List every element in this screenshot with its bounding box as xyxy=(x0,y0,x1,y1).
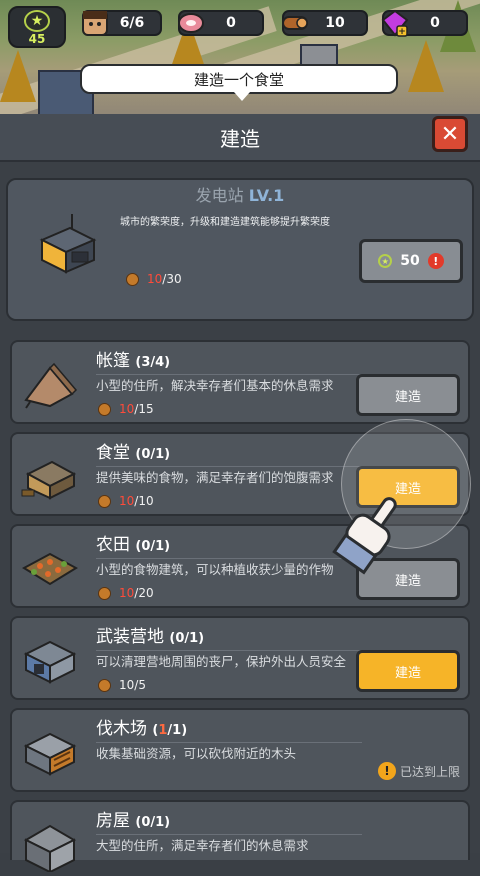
featured-description: 城市的繁荣度，升级和建造建筑能够提升繁荣度 xyxy=(120,217,330,228)
wood-log-icon xyxy=(126,272,139,286)
featured-building-card: 发电站 LV.1 城市的繁荣度，升级和建造建筑能够提升繁荣度 10/30 ★ 5… xyxy=(6,178,474,321)
featured-wood-cost: 10/30 xyxy=(126,272,182,286)
gems-counter[interactable]: + 0 xyxy=(381,9,468,37)
panel-header: 建造 ✕ xyxy=(0,114,480,162)
item-wood-cost: 10/5 xyxy=(98,678,146,692)
item-title: 农田 (0/1) xyxy=(96,535,171,555)
meat-counter[interactable]: 0 xyxy=(178,10,264,36)
alert-icon: ! xyxy=(427,253,444,269)
close-button[interactable]: ✕ xyxy=(432,116,468,152)
item-wood-cost: 10/10 xyxy=(98,494,154,508)
list-item-house: 房屋 (0/1) 大型的住所，满足幸存者们的休息需求 xyxy=(10,800,470,874)
tent-icon xyxy=(20,354,80,412)
max-reached-status: ! 已达到上限 xyxy=(377,762,460,780)
armed-camp-icon xyxy=(20,630,80,688)
tutorial-tooltip: 建造一个食堂 xyxy=(80,64,398,101)
survivors-counter[interactable]: 6/6 xyxy=(82,10,162,36)
item-description: 提供美味的食物，满足幸存者们的饱腹需求 xyxy=(96,466,362,486)
item-title: 伐木场 (1/1) xyxy=(96,719,188,739)
survivor-face-icon xyxy=(78,6,112,40)
featured-title: 发电站 LV.1 xyxy=(8,182,472,206)
upgrade-cost-value: 50 xyxy=(400,253,420,269)
item-title: 帐篷 (3/4) xyxy=(96,351,171,371)
lumber-yard-icon xyxy=(20,722,80,780)
star-icon: ★ xyxy=(24,10,50,32)
build-button-armed-camp[interactable]: 建造 xyxy=(356,650,460,692)
featured-level: LV.1 xyxy=(248,186,285,205)
item-wood-cost: 10/15 xyxy=(98,402,154,416)
house-icon xyxy=(20,814,80,874)
item-description: 收集基础资源，可以砍伐附近的木头 xyxy=(96,742,362,762)
featured-name: 发电站 xyxy=(195,186,244,205)
gems-value: 0 xyxy=(430,15,440,31)
player-level-value: 45 xyxy=(28,32,46,46)
item-description: 小型的住所，解决幸存者们基本的休息需求 xyxy=(96,374,362,394)
player-level-badge[interactable]: ★ 45 xyxy=(8,6,66,48)
item-description: 大型的住所，满足幸存者们的休息需求 xyxy=(96,834,362,854)
exclamation-icon: ! xyxy=(377,762,396,780)
item-description: 可以清理营地周围的丧尸，保护外出人员安全 xyxy=(96,650,362,670)
close-icon: ✕ xyxy=(440,121,460,147)
item-wood-cost: 10/20 xyxy=(98,586,154,600)
wood-log-icon xyxy=(278,6,312,40)
item-title: 食堂 (0/1) xyxy=(96,443,171,463)
star-icon: ★ xyxy=(378,254,393,268)
meat-icon xyxy=(174,6,208,40)
farmland-icon xyxy=(20,538,80,596)
panel-title: 建造 xyxy=(220,126,260,151)
build-button-tent[interactable]: 建造 xyxy=(356,374,460,416)
list-item-armed-camp: 武装营地 (0/1) 可以清理营地周围的丧尸，保护外出人员安全 10/5 建造 xyxy=(10,616,470,700)
wood-value: 10 xyxy=(325,15,345,31)
upgrade-cost-button[interactable]: ★ 50 ! xyxy=(359,239,463,283)
svg-text:+: + xyxy=(398,27,406,37)
wood-log-icon xyxy=(98,586,111,600)
canteen-icon xyxy=(20,446,80,504)
wood-log-icon xyxy=(98,402,111,416)
list-item-lumber-yard: 伐木场 (1/1) 收集基础资源，可以砍伐附近的木头 ! 已达到上限 xyxy=(10,708,470,792)
list-item-tent: 帐篷 (3/4) 小型的住所，解决幸存者们基本的休息需求 10/15 建造 xyxy=(10,340,470,424)
wood-log-icon xyxy=(98,678,111,692)
pointing-hand-icon xyxy=(318,490,418,580)
wood-log-icon xyxy=(98,494,111,508)
item-title: 武装营地 (0/1) xyxy=(96,627,205,647)
power-station-icon xyxy=(32,210,102,284)
gem-icon: + xyxy=(378,6,412,40)
survivors-value: 6/6 xyxy=(119,15,145,31)
meat-value: 0 xyxy=(226,15,236,31)
wood-counter[interactable]: 10 xyxy=(282,10,368,36)
item-title: 房屋 (0/1) xyxy=(96,811,171,831)
